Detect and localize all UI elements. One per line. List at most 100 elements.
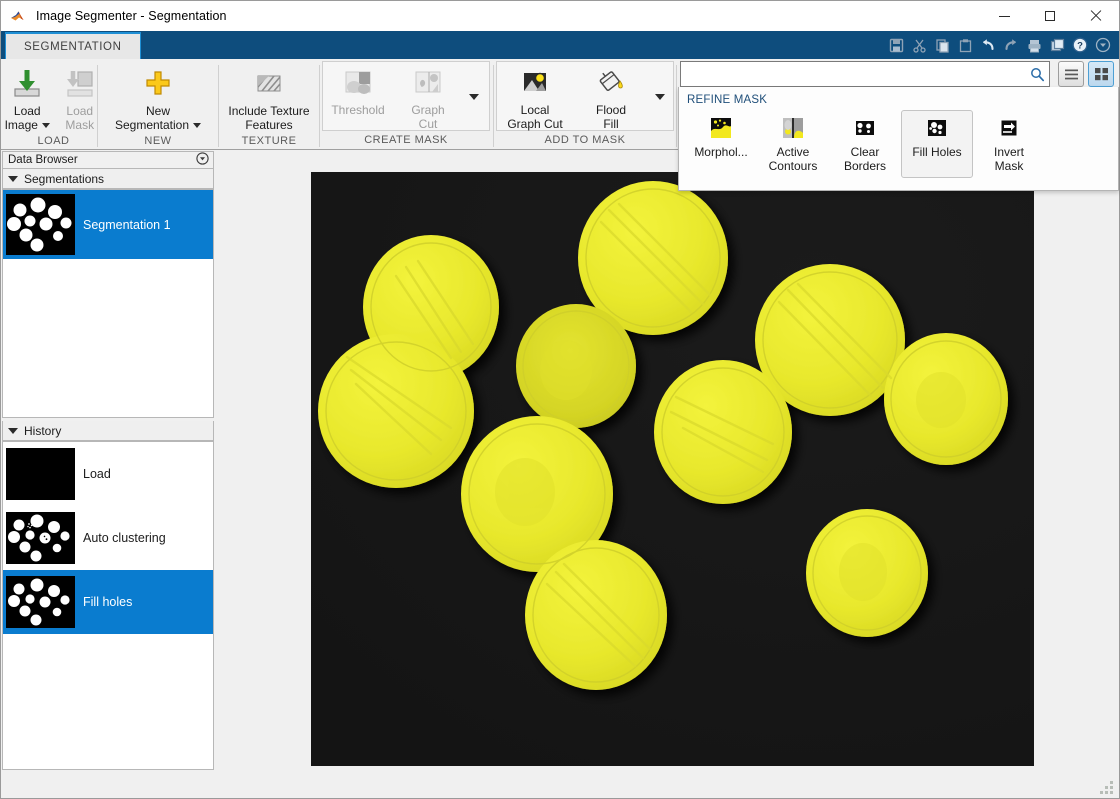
segmentations-list[interactable]: Segmentation 1 xyxy=(2,189,214,418)
mask-thumbnail xyxy=(6,576,75,628)
load-image-icon xyxy=(11,67,43,99)
history-section-title: History xyxy=(24,423,62,438)
gallery-search-box[interactable] xyxy=(680,61,1050,87)
segmented-image-view[interactable] xyxy=(311,172,1034,766)
load-mask-label-2: Mask xyxy=(65,118,95,132)
load-mask-icon xyxy=(64,67,96,99)
window-title: Image Segmenter - Segmentation xyxy=(36,9,227,23)
invert-mask-icon xyxy=(998,117,1020,139)
window-controls xyxy=(981,1,1119,31)
gallery-item-fill-holes[interactable]: Fill Holes xyxy=(901,110,973,178)
load-image-button[interactable]: Load Image xyxy=(1,63,54,132)
list-item[interactable]: Load xyxy=(3,442,213,506)
close-button[interactable] xyxy=(1073,1,1119,31)
cut-icon[interactable] xyxy=(909,35,929,55)
flood-fill-button[interactable]: Flood Fill xyxy=(573,62,649,131)
graph-cut-label-2: Cut xyxy=(418,117,438,131)
gallery-item-clear-borders-label-1: Clear xyxy=(850,145,880,159)
mask-thumbnail-noisy xyxy=(6,512,75,564)
segmentations-section-header[interactable]: Segmentations xyxy=(2,169,214,189)
graph-cut-button[interactable]: Graph Cut xyxy=(393,62,463,131)
chevron-down-icon[interactable] xyxy=(193,123,202,129)
redo-icon[interactable] xyxy=(1001,35,1021,55)
ribbon-tab-strip: SEGMENTATION ? xyxy=(1,31,1119,59)
load-image-label-1: Load xyxy=(13,104,41,118)
gallery-item-clear-borders-label-2: Borders xyxy=(843,159,887,173)
history-list[interactable]: Load Auto clustering Fill holes xyxy=(2,441,214,770)
chevron-down-icon[interactable] xyxy=(41,123,50,129)
include-texture-features-label-2: Features xyxy=(245,118,293,132)
image-canvas-area xyxy=(215,151,1118,773)
local-graph-cut-button[interactable]: Local Graph Cut xyxy=(497,62,573,131)
help-icon[interactable]: ? xyxy=(1070,35,1090,55)
create-mask-more-button[interactable] xyxy=(463,62,485,132)
gallery-item-invert-mask-label-1: Invert xyxy=(993,145,1024,159)
tab-segmentation[interactable]: SEGMENTATION xyxy=(5,32,141,59)
gallery-item-active-contours-label-2: Contours xyxy=(768,159,818,173)
gallery-item-clear-borders[interactable]: Clear Borders xyxy=(829,110,901,178)
history-section-header[interactable]: History xyxy=(2,421,214,441)
list-item[interactable]: Segmentation 1 xyxy=(3,190,213,259)
graph-cut-icon xyxy=(412,66,444,98)
segmentations-section-title: Segmentations xyxy=(24,171,105,186)
list-item-label: Fill holes xyxy=(83,595,133,609)
undo-icon[interactable] xyxy=(978,35,998,55)
status-bar xyxy=(2,772,1118,797)
paste-icon[interactable] xyxy=(955,35,975,55)
resize-grip[interactable] xyxy=(1100,781,1114,794)
morphology-icon xyxy=(710,117,732,139)
chevron-down-icon[interactable] xyxy=(1093,35,1113,55)
triangle-down-icon xyxy=(8,175,18,182)
mask-thumbnail xyxy=(6,194,75,255)
local-graph-cut-label-2: Graph Cut xyxy=(507,117,563,131)
new-segmentation-label-1: New xyxy=(145,104,170,118)
gallery-item-fill-holes-label: Fill Holes xyxy=(912,145,962,159)
data-browser-header: Data Browser xyxy=(2,151,214,169)
data-browser-title: Data Browser xyxy=(8,154,78,166)
graph-cut-label-1: Graph xyxy=(411,103,445,117)
grid-view-toggle[interactable] xyxy=(1088,61,1114,87)
maximize-button[interactable] xyxy=(1027,1,1073,31)
gallery-item-active-contours[interactable]: Active Contours xyxy=(757,110,829,178)
ribbon-group-create-mask-label: CREATE MASK xyxy=(364,134,448,146)
chevron-down-icon xyxy=(655,94,665,100)
load-mask-label-1: Load xyxy=(66,104,94,118)
triangle-down-icon xyxy=(8,427,18,434)
title-bar: Image Segmenter - Segmentation xyxy=(1,1,1119,31)
add-to-mask-more-button[interactable] xyxy=(649,62,671,132)
new-segmentation-label-2: Segmentation xyxy=(114,118,190,132)
list-item[interactable]: Fill holes xyxy=(3,570,213,634)
minimize-button[interactable] xyxy=(981,1,1027,31)
black-thumbnail xyxy=(6,448,75,500)
list-item-label: Auto clustering xyxy=(83,531,166,545)
print-icon[interactable] xyxy=(1024,35,1044,55)
gallery-item-invert-mask-label-2: Mask xyxy=(994,159,1024,173)
svg-text:?: ? xyxy=(1077,41,1083,52)
copy-icon[interactable] xyxy=(932,35,952,55)
ribbon-group-add-to-mask: Local Graph Cut Flood Fill ADD TO MASK xyxy=(494,59,676,150)
tab-segmentation-label: SEGMENTATION xyxy=(24,40,122,53)
list-item-label: Segmentation 1 xyxy=(83,217,171,232)
save-icon[interactable] xyxy=(886,35,906,55)
gallery-item-active-contours-label-1: Active xyxy=(776,145,810,159)
list-item[interactable]: Auto clustering xyxy=(3,506,213,570)
ribbon-group-add-to-mask-label: ADD TO MASK xyxy=(544,134,626,146)
ribbon-group-texture: Include Texture Features TEXTURE xyxy=(219,59,319,150)
include-texture-features-button[interactable]: Include Texture Features xyxy=(220,63,318,132)
gallery-item-morphology[interactable]: Morphol... xyxy=(685,110,757,178)
ribbon-group-load: Load Image Load Mask LOAD xyxy=(1,59,106,150)
ribbon-group-load-label: LOAD xyxy=(37,135,70,147)
threshold-button[interactable]: Threshold xyxy=(323,62,393,130)
list-view-toggle[interactable] xyxy=(1058,61,1084,87)
search-input[interactable] xyxy=(681,63,1025,85)
layout-icon[interactable] xyxy=(1047,35,1067,55)
search-icon[interactable] xyxy=(1025,67,1049,82)
chevron-down-circle-icon[interactable] xyxy=(196,152,209,168)
threshold-icon xyxy=(342,66,374,98)
local-graph-cut-label-1: Local xyxy=(520,103,550,117)
new-segmentation-button[interactable]: New Segmentation xyxy=(99,63,217,132)
group-separator xyxy=(676,65,677,147)
flood-fill-label-1: Flood xyxy=(595,103,627,117)
gallery-item-invert-mask[interactable]: Invert Mask xyxy=(973,110,1045,178)
ribbon-group-new-segmentation: New Segmentation NEW SEGMENTATION xyxy=(98,59,218,166)
